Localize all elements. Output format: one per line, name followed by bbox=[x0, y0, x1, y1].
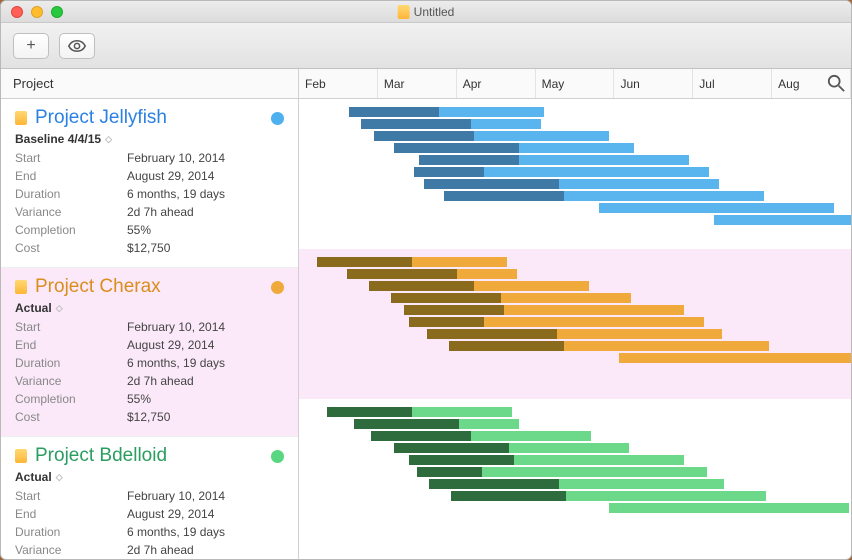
gantt-bar[interactable] bbox=[412, 257, 507, 267]
eye-icon bbox=[68, 39, 86, 53]
gantt-lane bbox=[299, 249, 851, 399]
subtitle-text: Baseline 4/4/15 bbox=[15, 132, 101, 146]
project-name: Project Bdelloid bbox=[35, 445, 167, 467]
project-name: Project Jellyfish bbox=[35, 107, 167, 129]
sort-diamond-icon: ◇ bbox=[56, 303, 63, 314]
gantt-lane bbox=[299, 399, 851, 549]
label-completion: Completion bbox=[15, 221, 127, 239]
label-variance: Variance bbox=[15, 203, 127, 221]
maximize-window-button[interactable] bbox=[51, 6, 63, 18]
value-end: August 29, 2014 bbox=[127, 336, 214, 354]
project-color-dot[interactable] bbox=[271, 450, 284, 463]
project-details: StartFebruary 10, 2014 EndAugust 29, 201… bbox=[15, 318, 286, 426]
project-name: Project Cherax bbox=[35, 276, 161, 298]
project-subtitle[interactable]: Baseline 4/4/15 ◇ bbox=[15, 132, 286, 146]
project-header: Project Bdelloid bbox=[15, 445, 286, 467]
plus-icon: + bbox=[26, 37, 35, 55]
month-column[interactable]: Jun bbox=[614, 69, 693, 98]
content: Project Project Jellyfish Baseline 4/4/1… bbox=[1, 69, 851, 559]
subtitle-text: Actual bbox=[15, 301, 52, 315]
sidebar: Project Project Jellyfish Baseline 4/4/1… bbox=[1, 69, 299, 559]
label-duration: Duration bbox=[15, 523, 127, 541]
document-icon bbox=[15, 449, 27, 463]
project-header: Project Cherax bbox=[15, 276, 286, 298]
gantt-bar[interactable] bbox=[349, 107, 439, 117]
project-row[interactable]: Project Jellyfish Baseline 4/4/15 ◇ Star… bbox=[1, 99, 298, 268]
value-variance: 2d 7h ahead bbox=[127, 372, 194, 390]
value-cost: $12,750 bbox=[127, 239, 170, 257]
label-start: Start bbox=[15, 149, 127, 167]
zoom-button[interactable] bbox=[827, 74, 845, 92]
label-end: End bbox=[15, 167, 127, 185]
project-row[interactable]: Project Bdelloid Actual ◇ StartFebruary … bbox=[1, 437, 298, 559]
sort-diamond-icon: ◇ bbox=[105, 134, 112, 145]
timeline-header[interactable]: Feb Mar Apr May Jun Jul Aug bbox=[299, 69, 851, 99]
project-details: StartFebruary 10, 2014 EndAugust 29, 201… bbox=[15, 149, 286, 257]
app-window: Untitled + Project Project Jellyfish bbox=[0, 0, 852, 560]
month-column[interactable]: May bbox=[536, 69, 615, 98]
project-column-label: Project bbox=[13, 76, 53, 91]
project-color-dot[interactable] bbox=[271, 281, 284, 294]
value-duration: 6 months, 19 days bbox=[127, 185, 225, 203]
timeline: Feb Mar Apr May Jun Jul Aug bbox=[299, 69, 851, 559]
label-duration: Duration bbox=[15, 354, 127, 372]
month-column[interactable]: Feb bbox=[299, 69, 378, 98]
value-start: February 10, 2014 bbox=[127, 318, 225, 336]
month-column[interactable]: Apr bbox=[457, 69, 536, 98]
gantt-bar[interactable] bbox=[412, 407, 512, 417]
project-subtitle[interactable]: Actual ◇ bbox=[15, 301, 286, 315]
value-cost: $12,750 bbox=[127, 408, 170, 426]
month-column[interactable]: Mar bbox=[378, 69, 457, 98]
label-start: Start bbox=[15, 318, 127, 336]
window-title: Untitled bbox=[398, 5, 455, 19]
label-completion: Completion bbox=[15, 390, 127, 408]
gantt-lane bbox=[299, 99, 851, 249]
value-variance: 2d 7h ahead bbox=[127, 541, 194, 559]
document-icon bbox=[15, 280, 27, 294]
add-button[interactable]: + bbox=[13, 33, 49, 59]
month-column[interactable]: Jul bbox=[693, 69, 772, 98]
label-end: End bbox=[15, 336, 127, 354]
gantt-bar[interactable] bbox=[317, 257, 412, 267]
label-start: Start bbox=[15, 487, 127, 505]
value-end: August 29, 2014 bbox=[127, 167, 214, 185]
gantt-bar[interactable] bbox=[439, 107, 544, 117]
sort-diamond-icon: ◇ bbox=[56, 472, 63, 483]
value-variance: 2d 7h ahead bbox=[127, 203, 194, 221]
project-subtitle[interactable]: Actual ◇ bbox=[15, 470, 286, 484]
project-header: Project Jellyfish bbox=[15, 107, 286, 129]
subtitle-text: Actual bbox=[15, 470, 52, 484]
document-icon bbox=[15, 111, 27, 125]
project-list: Project Jellyfish Baseline 4/4/15 ◇ Star… bbox=[1, 99, 298, 559]
project-color-dot[interactable] bbox=[271, 112, 284, 125]
value-completion: 55% bbox=[127, 390, 151, 408]
titlebar[interactable]: Untitled bbox=[1, 1, 851, 23]
label-variance: Variance bbox=[15, 541, 127, 559]
window-title-text: Untitled bbox=[414, 5, 455, 19]
value-duration: 6 months, 19 days bbox=[127, 523, 225, 541]
gantt-bar[interactable] bbox=[327, 407, 412, 417]
label-end: End bbox=[15, 505, 127, 523]
value-duration: 6 months, 19 days bbox=[127, 354, 225, 372]
value-end: August 29, 2014 bbox=[127, 505, 214, 523]
value-start: February 10, 2014 bbox=[127, 149, 225, 167]
value-completion: 55% bbox=[127, 221, 151, 239]
label-duration: Duration bbox=[15, 185, 127, 203]
label-cost: Cost bbox=[15, 408, 127, 426]
magnifier-icon bbox=[827, 74, 845, 92]
label-cost: Cost bbox=[15, 239, 127, 257]
view-toggle-button[interactable] bbox=[59, 33, 95, 59]
minimize-window-button[interactable] bbox=[31, 6, 43, 18]
timeline-body[interactable] bbox=[299, 99, 851, 559]
toolbar: + bbox=[1, 23, 851, 69]
project-row[interactable]: Project Cherax Actual ◇ StartFebruary 10… bbox=[1, 268, 298, 437]
value-start: February 10, 2014 bbox=[127, 487, 225, 505]
label-variance: Variance bbox=[15, 372, 127, 390]
traffic-lights bbox=[1, 6, 63, 18]
project-details: StartFebruary 10, 2014 EndAugust 29, 201… bbox=[15, 487, 286, 559]
sidebar-column-header[interactable]: Project bbox=[1, 69, 298, 99]
close-window-button[interactable] bbox=[11, 6, 23, 18]
document-icon bbox=[398, 5, 410, 19]
